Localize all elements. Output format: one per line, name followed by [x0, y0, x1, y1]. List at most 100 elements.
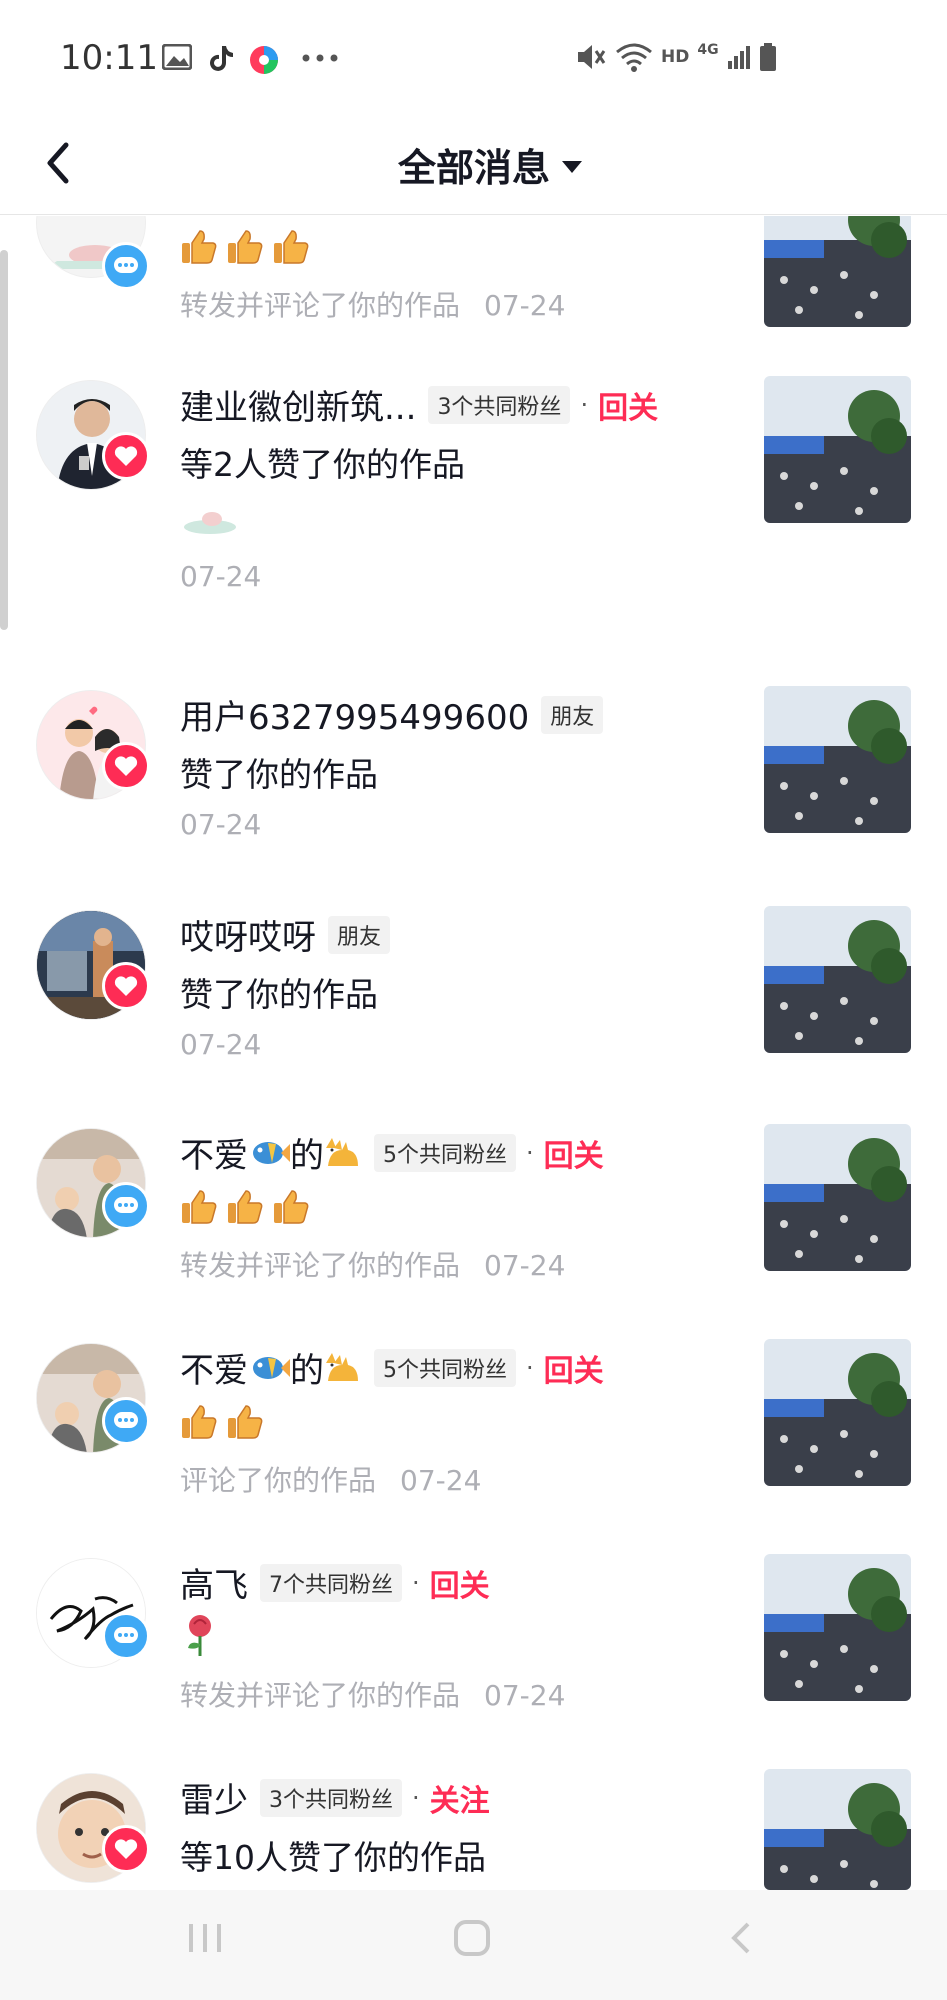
- like-badge-icon: [102, 432, 150, 480]
- message-date: 07-24: [484, 289, 566, 322]
- emoji-content: [180, 1184, 318, 1225]
- title-dropdown[interactable]: 全部消息: [398, 137, 583, 192]
- thumbs-up-icon: [226, 227, 264, 265]
- header: 全部消息: [0, 115, 947, 215]
- user-name-mid[interactable]: 的: [290, 1343, 324, 1392]
- user-name[interactable]: 高飞: [180, 1558, 248, 1607]
- meta-action: 转发并评论了你的作品: [180, 1679, 461, 1712]
- follow-back-button[interactable]: 回关: [544, 1346, 604, 1390]
- follow-button[interactable]: 关注: [430, 1776, 490, 1820]
- name-line: 建业徽创新筑... 3个共同粉丝 · 回关: [180, 380, 658, 429]
- status-time: 10:11: [60, 38, 158, 78]
- friend-tag: 朋友: [328, 915, 391, 954]
- back-nav-icon[interactable]: [722, 1918, 762, 1958]
- follow-back-button[interactable]: 回关: [598, 383, 658, 427]
- message-date: 07-24: [484, 1679, 566, 1712]
- message-row[interactable]: 雷少 3个共同粉丝 · 关注 等10人赞了你的作品: [0, 1769, 947, 1890]
- message-row[interactable]: 不爱 的 5个共同粉丝 · 回关 转发并评论了你的作品 07-24: [0, 1124, 947, 1294]
- message-row[interactable]: 哎呀哎呀 朋友 赞了你的作品 07-24: [0, 906, 947, 1076]
- user-name[interactable]: 雷少: [180, 1773, 248, 1822]
- like-badge-icon: [102, 1825, 150, 1873]
- message-date: 07-24: [180, 808, 262, 841]
- back-icon[interactable]: [30, 133, 90, 193]
- meta-action: 转发并评论了你的作品: [180, 1249, 461, 1282]
- mutual-fans-tag: 3个共同粉丝: [428, 385, 571, 424]
- user-name-prefix[interactable]: 不爱: [180, 1343, 248, 1392]
- cat-emoji-icon: [326, 1352, 358, 1381]
- thumbs-up-icon: [180, 1187, 218, 1225]
- battery-icon: [759, 43, 776, 71]
- post-thumbnail[interactable]: [764, 1554, 911, 1701]
- thumbs-up-icon: [272, 1187, 310, 1225]
- thumbs-up-icon: [226, 1187, 264, 1225]
- message-meta: 转发并评论了你的作品 07-24: [180, 1244, 565, 1284]
- status-icons: HD 4G: [575, 42, 777, 72]
- user-name[interactable]: 用户6327995499600: [180, 690, 529, 739]
- name-line: 哎呀哎呀 朋友: [180, 910, 391, 959]
- like-badge-icon: [102, 962, 150, 1010]
- name-line: 雷少 3个共同粉丝 · 关注: [180, 1773, 490, 1822]
- tiktok-icon: [210, 46, 233, 71]
- wifi-icon: [616, 43, 652, 72]
- post-thumbnail[interactable]: [764, 216, 911, 327]
- hd-label: HD: [661, 47, 690, 67]
- comment-badge-icon: [102, 1397, 150, 1445]
- fish-emoji-icon: [253, 1141, 290, 1164]
- post-thumbnail[interactable]: [764, 906, 911, 1053]
- user-name[interactable]: 建业徽创新筑...: [180, 380, 416, 429]
- separator-dot: ·: [526, 1138, 534, 1167]
- mutual-fans-tag: 5个共同粉丝: [374, 1348, 516, 1387]
- post-thumbnail[interactable]: [764, 686, 911, 833]
- friend-tag: 朋友: [541, 695, 604, 734]
- message-content: 等10人赞了你的作品: [180, 1838, 486, 1877]
- message-row[interactable]: 不爱 的 5个共同粉丝 · 回关 评论了你的作品 07-24: [0, 1339, 947, 1509]
- mutual-fans-tag: 5个共同粉丝: [374, 1133, 516, 1172]
- comment-badge-icon: [102, 1182, 150, 1230]
- recent-apps-icon[interactable]: [185, 1918, 225, 1958]
- message-meta: 07-24: [180, 560, 261, 593]
- message-content: 等2人赞了你的作品: [180, 445, 465, 484]
- follow-back-button[interactable]: 回关: [430, 1561, 490, 1605]
- meta-action: 评论了你的作品: [180, 1464, 377, 1497]
- user-name-prefix[interactable]: 不爱: [180, 1128, 248, 1177]
- message-row[interactable]: 用户6327995499600 朋友 赞了你的作品 07-24: [0, 686, 947, 856]
- message-date: 07-24: [484, 1249, 566, 1282]
- follow-back-button[interactable]: 回关: [544, 1131, 604, 1175]
- post-thumbnail[interactable]: [764, 1124, 911, 1271]
- comment-badge-icon: [102, 1612, 150, 1660]
- emoji-content: [180, 224, 318, 265]
- thumbs-up-icon: [180, 1402, 218, 1440]
- emoji-content: [180, 1399, 272, 1440]
- status-bar: 10:11 HD 4G: [0, 0, 947, 115]
- sticker-image: [180, 504, 240, 543]
- message-list[interactable]: 转发并评论了你的作品 07-24 建业徽创新筑... 3个共同粉丝 · 回关 等2…: [0, 216, 947, 1890]
- page-title: 全部消息: [398, 146, 551, 190]
- mutual-fans-tag: 7个共同粉丝: [260, 1563, 402, 1602]
- message-row[interactable]: 高飞 7个共同粉丝 · 回关 转发并评论了你的作品 07-24: [0, 1554, 947, 1724]
- post-thumbnail[interactable]: [764, 1339, 911, 1486]
- user-name-mid[interactable]: 的: [290, 1128, 324, 1177]
- gallery-icon: [162, 44, 192, 70]
- message-row[interactable]: 转发并评论了你的作品 07-24: [0, 216, 947, 327]
- message-date: 07-24: [180, 1028, 262, 1061]
- user-name[interactable]: 哎呀哎呀: [180, 910, 316, 959]
- meta-action: 转发并评论了你的作品: [180, 289, 461, 322]
- more-icon: [302, 54, 338, 62]
- comment-badge-icon: [102, 242, 150, 290]
- message-meta: 07-24: [180, 808, 261, 841]
- message-meta: 07-24: [180, 1028, 261, 1061]
- name-line: 高飞 7个共同粉丝 · 回关: [180, 1558, 490, 1607]
- rose-emoji-icon: [180, 1612, 220, 1666]
- mute-icon: [578, 45, 606, 69]
- message-content: 赞了你的作品: [180, 975, 378, 1014]
- message-meta: 转发并评论了你的作品 07-24: [180, 1674, 565, 1714]
- name-line: 不爱 的 5个共同粉丝 · 回关: [180, 1343, 604, 1392]
- name-line: 用户6327995499600 朋友: [180, 690, 604, 739]
- post-thumbnail[interactable]: [764, 1769, 911, 1890]
- post-thumbnail[interactable]: [764, 376, 911, 523]
- home-icon[interactable]: [452, 1918, 492, 1958]
- app-logo-icon: [250, 46, 278, 74]
- message-content: 赞了你的作品: [180, 755, 378, 794]
- message-row[interactable]: 建业徽创新筑... 3个共同粉丝 · 回关 等2人赞了你的作品 07-24: [0, 376, 947, 626]
- separator-dot: ·: [412, 1568, 420, 1597]
